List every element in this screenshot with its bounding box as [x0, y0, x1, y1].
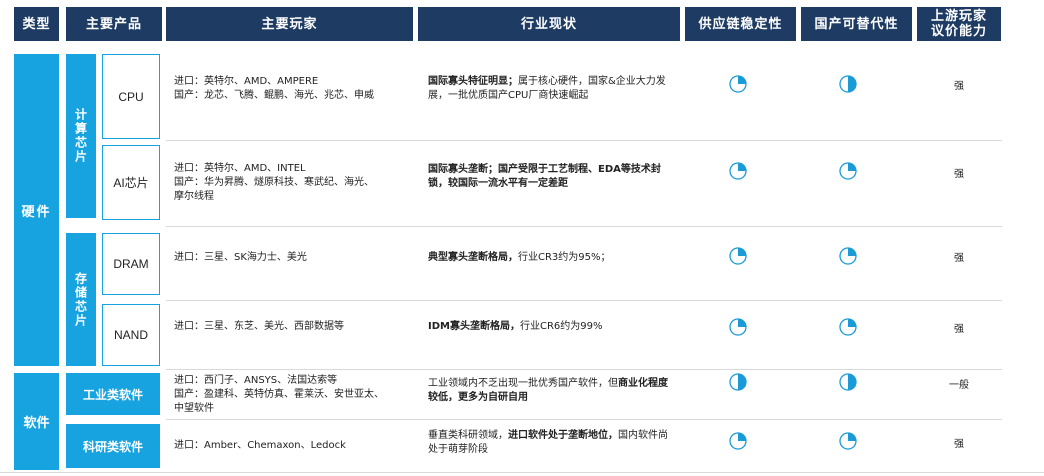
status-dram: 典型寡头垄断格局，行业CR3约为95%；: [428, 250, 672, 266]
header-bargaining-power: 上游玩家 议价能力: [917, 7, 1001, 41]
header-status: 行业现状: [418, 7, 680, 41]
players-line: 中望软件: [174, 403, 214, 414]
status-bold: 典型寡头垄断格局，: [428, 252, 518, 263]
substitution-pie-icon: [839, 432, 857, 450]
bargaining-ai-chip: 强: [954, 168, 964, 180]
header-type: 类型: [14, 7, 59, 41]
substitution-pie-icon: [839, 75, 857, 93]
players-line: 国产：盈建科、英特仿真、霍莱沃、安世亚太、: [174, 389, 384, 400]
players-ai-chip: 进口：英特尔、AMD、INTEL 国产：华为昇腾、燧原科技、寒武纪、海光、 摩尔…: [174, 160, 414, 206]
pie-fill: [738, 319, 746, 327]
subcategory-compute: 计算芯片: [66, 54, 96, 218]
pie-fill: [738, 163, 746, 171]
status-bold: 国际寡头特征明显；: [428, 76, 518, 87]
substitution-pie-icon: [839, 247, 857, 265]
category-software-label: 软件: [23, 416, 50, 431]
product-research-software: 科研类软件: [66, 424, 160, 468]
status-text: 工业领域内不乏出现一批优秀国产软件，但: [428, 378, 618, 389]
players-line: 进口：Amber、Chemaxon、Ledock: [174, 440, 346, 451]
pie-fill: [848, 76, 856, 92]
bargaining-dram: 强: [954, 252, 964, 264]
supply-stability-pie-icon: [729, 75, 747, 93]
players-line: 进口：三星、东芝、美光、西部数据等: [174, 321, 344, 332]
header-supply-stability: 供应链稳定性: [685, 7, 796, 41]
subcategory-storage-label: 存储芯片: [73, 271, 88, 328]
category-hardware-label: 硬件: [21, 204, 52, 220]
players-line: 进口：英特尔、AMD、INTEL: [174, 163, 306, 174]
supply-stability-pie-icon: [729, 432, 747, 450]
supply-stability-pie-icon: [729, 247, 747, 265]
row-divider: [166, 226, 1002, 227]
substitution-pie-icon: [839, 318, 857, 336]
bargaining-research-software: 强: [954, 438, 964, 450]
pie-fill: [738, 374, 746, 390]
product-ai-chip: AI芯片: [102, 145, 160, 220]
status-bold: IDM寡头垄断格局，: [428, 321, 520, 332]
subcategory-compute-label: 计算芯片: [73, 108, 88, 164]
players-nand: 进口：三星、东芝、美光、西部数据等: [174, 319, 414, 335]
players-cpu: 进口：英特尔、AMD、AMPERE 国产：龙芯、飞腾、鲲鹏、海光、兆芯、申威: [174, 74, 414, 104]
players-industrial-software: 进口：西门子、ANSYS、法国达索等 国产：盈建科、英特仿真、霍莱沃、安世亚太、…: [174, 373, 414, 417]
row-divider: [166, 300, 1002, 301]
pie-fill: [848, 374, 856, 390]
pie-fill: [848, 248, 856, 256]
status-text: 行业CR6约为99%: [519, 321, 603, 332]
bargaining-cpu: 强: [954, 80, 964, 92]
header-product: 主要产品: [66, 7, 162, 41]
status-industrial-software: 工业领域内不乏出现一批优秀国产软件，但商业化程度较低，更多为自研自用: [428, 376, 672, 406]
status-research-software: 垂直类科研领域，进口软件处于垄断地位，国内软件尚处于萌芽阶段: [428, 428, 672, 458]
category-software: 软件: [14, 373, 59, 470]
status-nand: IDM寡头垄断格局，行业CR6约为99%: [428, 319, 672, 335]
row-divider: [166, 419, 1002, 420]
pie-fill: [738, 248, 746, 256]
header-players: 主要玩家: [166, 7, 413, 41]
product-dram: DRAM: [102, 233, 160, 295]
players-line: 国产：华为昇腾、燧原科技、寒武纪、海光、: [174, 177, 374, 188]
product-cpu: CPU: [102, 54, 160, 139]
status-text: 行业CR3约为95%；: [518, 252, 611, 263]
players-research-software: 进口：Amber、Chemaxon、Ledock: [174, 438, 414, 454]
status-text: 垂直类科研领域，: [428, 430, 508, 441]
players-line: 国产：龙芯、飞腾、鲲鹏、海光、兆芯、申威: [174, 90, 374, 101]
players-dram: 进口：三星、SK海力士、美光: [174, 250, 414, 266]
header-substitution: 国产可替代性: [801, 7, 912, 41]
status-bold: 国际寡头垄断；国产受限于工艺制程、EDA等技术封锁，较国际一流水平有一定差距: [428, 164, 661, 189]
subcategory-storage: 存储芯片: [66, 233, 96, 366]
pie-fill: [848, 319, 856, 327]
players-line: 进口：西门子、ANSYS、法国达索等: [174, 375, 338, 386]
supply-stability-pie-icon: [729, 373, 747, 391]
substitution-pie-icon: [839, 162, 857, 180]
row-divider: [166, 140, 1002, 141]
product-industrial-software: 工业类软件: [66, 373, 160, 415]
supply-stability-pie-icon: [729, 162, 747, 180]
status-ai-chip: 国际寡头垄断；国产受限于工艺制程、EDA等技术封锁，较国际一流水平有一定差距: [428, 162, 672, 192]
pie-fill: [738, 433, 746, 441]
bottom-border: [0, 472, 1044, 473]
supply-stability-pie-icon: [729, 318, 747, 336]
product-nand: NAND: [102, 304, 160, 366]
players-line: 进口：三星、SK海力士、美光: [174, 252, 307, 263]
status-cpu: 国际寡头特征明显；属于核心硬件，国家&企业大力发展，一批优质国产CPU厂商快速崛…: [428, 74, 672, 104]
substitution-pie-icon: [839, 373, 857, 391]
players-line: 进口：英特尔、AMD、AMPERE: [174, 76, 319, 87]
status-bold: 进口软件处于垄断地位，: [508, 430, 618, 441]
pie-fill: [848, 163, 856, 171]
pie-fill: [738, 76, 746, 84]
category-hardware: 硬件: [14, 54, 59, 366]
bargaining-nand: 强: [954, 323, 964, 335]
players-line: 摩尔线程: [174, 191, 214, 202]
bargaining-industrial-software: 一般: [949, 379, 969, 391]
pie-fill: [848, 433, 856, 441]
row-divider: [166, 369, 1002, 370]
